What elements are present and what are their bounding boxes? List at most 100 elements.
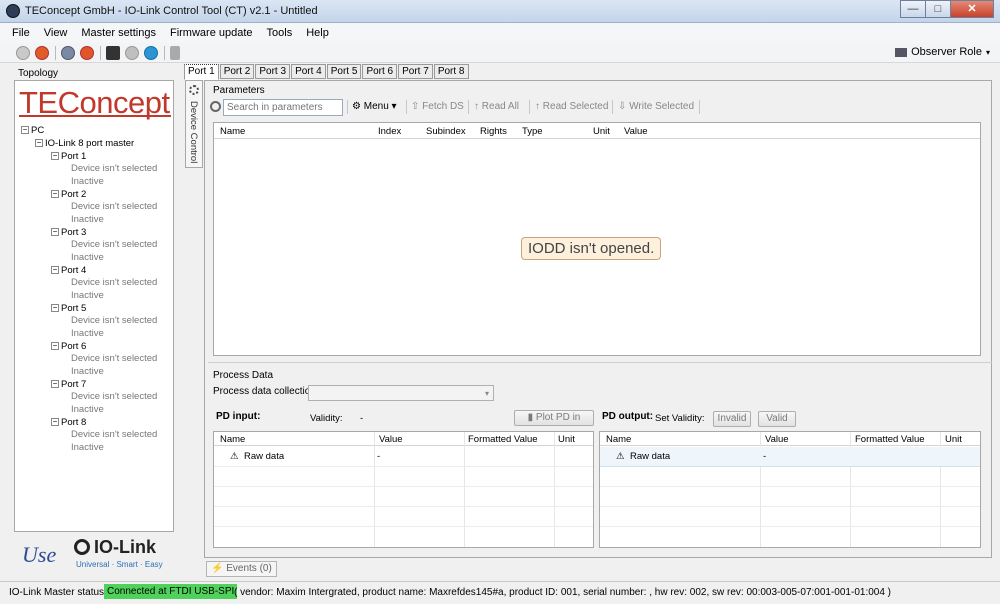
collapse-icon[interactable]: − (51, 418, 59, 427)
valid-button[interactable]: Valid (758, 411, 796, 427)
tool-icon[interactable] (170, 45, 180, 60)
row-value: - (763, 451, 767, 462)
menu-view[interactable]: View (44, 27, 68, 39)
menu-tools[interactable]: Tools (267, 27, 293, 39)
column-unit[interactable]: Unit (558, 434, 575, 445)
tab-port-8[interactable]: Port 8 (433, 64, 469, 79)
table-row[interactable]: ⚠ Raw data - (600, 447, 980, 467)
tree-leaf-state[interactable]: Inactive (71, 366, 104, 377)
tree-node-port[interactable]: − Port 8 (51, 417, 86, 428)
tab-port-3[interactable]: Port 3 (255, 64, 291, 79)
tree-leaf-state[interactable]: Inactive (71, 214, 104, 225)
play-icon[interactable] (125, 45, 139, 60)
tab-port-2[interactable]: Port 2 (219, 64, 255, 79)
collapse-icon[interactable]: − (51, 228, 59, 237)
plot-pd-in-button[interactable]: ▮ Plot PD in (514, 410, 594, 426)
close-button[interactable]: ✕ (950, 0, 994, 18)
row-value: - (377, 451, 381, 462)
tab-port-6[interactable]: Port 6 (362, 64, 398, 79)
tree-leaf-device[interactable]: Device isn't selected (71, 277, 157, 288)
tab-port-4[interactable]: Port 4 (291, 64, 326, 79)
collapse-icon[interactable]: − (51, 190, 59, 199)
tree-leaf-device[interactable]: Device isn't selected (71, 353, 157, 364)
write-selected-button[interactable]: ⇩ Write Selected (618, 101, 694, 112)
collapse-icon[interactable]: − (21, 126, 29, 135)
tree-node-master[interactable]: − IO-Link 8 port master (35, 138, 134, 149)
tree-node-pc[interactable]: − PC (21, 125, 44, 136)
tree-leaf-device[interactable]: Device isn't selected (71, 239, 157, 250)
tree-leaf-device[interactable]: Device isn't selected (71, 429, 157, 440)
tree-leaf-device[interactable]: Device isn't selected (71, 315, 157, 326)
menu-button[interactable]: ⚙ Menu ▾ (352, 101, 397, 112)
device-control-tab[interactable]: Device Control (185, 80, 203, 168)
column-value[interactable]: Value (624, 126, 648, 137)
column-unit[interactable]: Unit (593, 126, 610, 137)
iolink-text: IO-Link (94, 537, 156, 557)
tab-port-7[interactable]: Port 7 (398, 64, 433, 79)
tree-leaf-device[interactable]: Device isn't selected (71, 391, 157, 402)
column-formatted-value[interactable]: Formatted Value (855, 434, 925, 445)
table-row (600, 467, 980, 487)
collapse-icon[interactable]: − (35, 139, 43, 148)
settings-icon[interactable] (61, 45, 75, 60)
tree-leaf-state[interactable]: Inactive (71, 252, 104, 263)
menu-help[interactable]: Help (306, 27, 329, 39)
power-on-icon[interactable] (16, 45, 30, 60)
tree-node-port[interactable]: − Port 7 (51, 379, 86, 390)
process-data-collection-select[interactable]: ▾ (308, 385, 494, 401)
menu-file[interactable]: File (12, 27, 30, 39)
column-name[interactable]: Name (220, 434, 245, 445)
tree-leaf-device[interactable]: Device isn't selected (71, 163, 157, 174)
column-value[interactable]: Value (379, 434, 403, 445)
device-icon[interactable] (106, 45, 120, 60)
fetch-ds-button[interactable]: ⇧ Fetch DS (411, 101, 464, 112)
collapse-icon[interactable]: − (51, 380, 59, 389)
invalid-button[interactable]: Invalid (713, 411, 751, 427)
collapse-icon[interactable]: − (51, 304, 59, 313)
validity-label: Validity: (310, 413, 343, 424)
minimize-button[interactable]: — (900, 0, 926, 18)
tree-node-port[interactable]: − Port 3 (51, 227, 86, 238)
tree-node-port[interactable]: − Port 1 (51, 151, 86, 162)
column-type[interactable]: Type (522, 126, 543, 137)
tree-leaf-state[interactable]: Inactive (71, 442, 104, 453)
maximize-button[interactable]: □ (925, 0, 951, 18)
toolbar-separator (55, 45, 56, 60)
tree-leaf-state[interactable]: Inactive (71, 176, 104, 187)
column-rights[interactable]: Rights (480, 126, 507, 137)
tree-node-port[interactable]: − Port 6 (51, 341, 86, 352)
column-name[interactable]: Name (220, 126, 245, 137)
tab-port-1[interactable]: Port 1 (184, 64, 219, 80)
toolbar-separator (468, 100, 469, 114)
tree-leaf-state[interactable]: Inactive (71, 290, 104, 301)
pause-icon[interactable] (144, 45, 158, 60)
column-subindex[interactable]: Subindex (426, 126, 466, 137)
stop-icon[interactable] (80, 45, 94, 60)
tree-node-port[interactable]: − Port 4 (51, 265, 86, 276)
tree-node-port[interactable]: − Port 5 (51, 303, 86, 314)
tree-leaf-state[interactable]: Inactive (71, 328, 104, 339)
column-index[interactable]: Index (378, 126, 401, 137)
menu-master-settings[interactable]: Master settings (81, 27, 156, 39)
collapse-icon[interactable]: − (51, 266, 59, 275)
column-formatted-value[interactable]: Formatted Value (468, 434, 538, 445)
tree-leaf-device[interactable]: Device isn't selected (71, 201, 157, 212)
read-all-button[interactable]: ↑ Read All (474, 101, 519, 112)
table-row[interactable]: ⚠ Raw data - (214, 447, 593, 467)
column-name[interactable]: Name (606, 434, 631, 445)
tree-leaf-state[interactable]: Inactive (71, 404, 104, 415)
search-input[interactable] (223, 99, 343, 116)
events-tab[interactable]: ⚡ Events (0) (206, 561, 277, 577)
menu-firmware-update[interactable]: Firmware update (170, 27, 253, 39)
read-selected-button[interactable]: ↑ Read Selected (535, 101, 608, 112)
tree-node-port[interactable]: − Port 2 (51, 189, 86, 200)
collapse-icon[interactable]: − (51, 152, 59, 161)
toolbar-separator (612, 100, 613, 114)
observer-role-dropdown[interactable]: Observer Role ▾ (895, 46, 990, 58)
tab-port-5[interactable]: Port 5 (326, 64, 362, 79)
power-off-icon[interactable] (35, 45, 49, 60)
column-value[interactable]: Value (765, 434, 789, 445)
column-unit[interactable]: Unit (945, 434, 962, 445)
panel-splitter[interactable] (208, 362, 992, 363)
collapse-icon[interactable]: − (51, 342, 59, 351)
